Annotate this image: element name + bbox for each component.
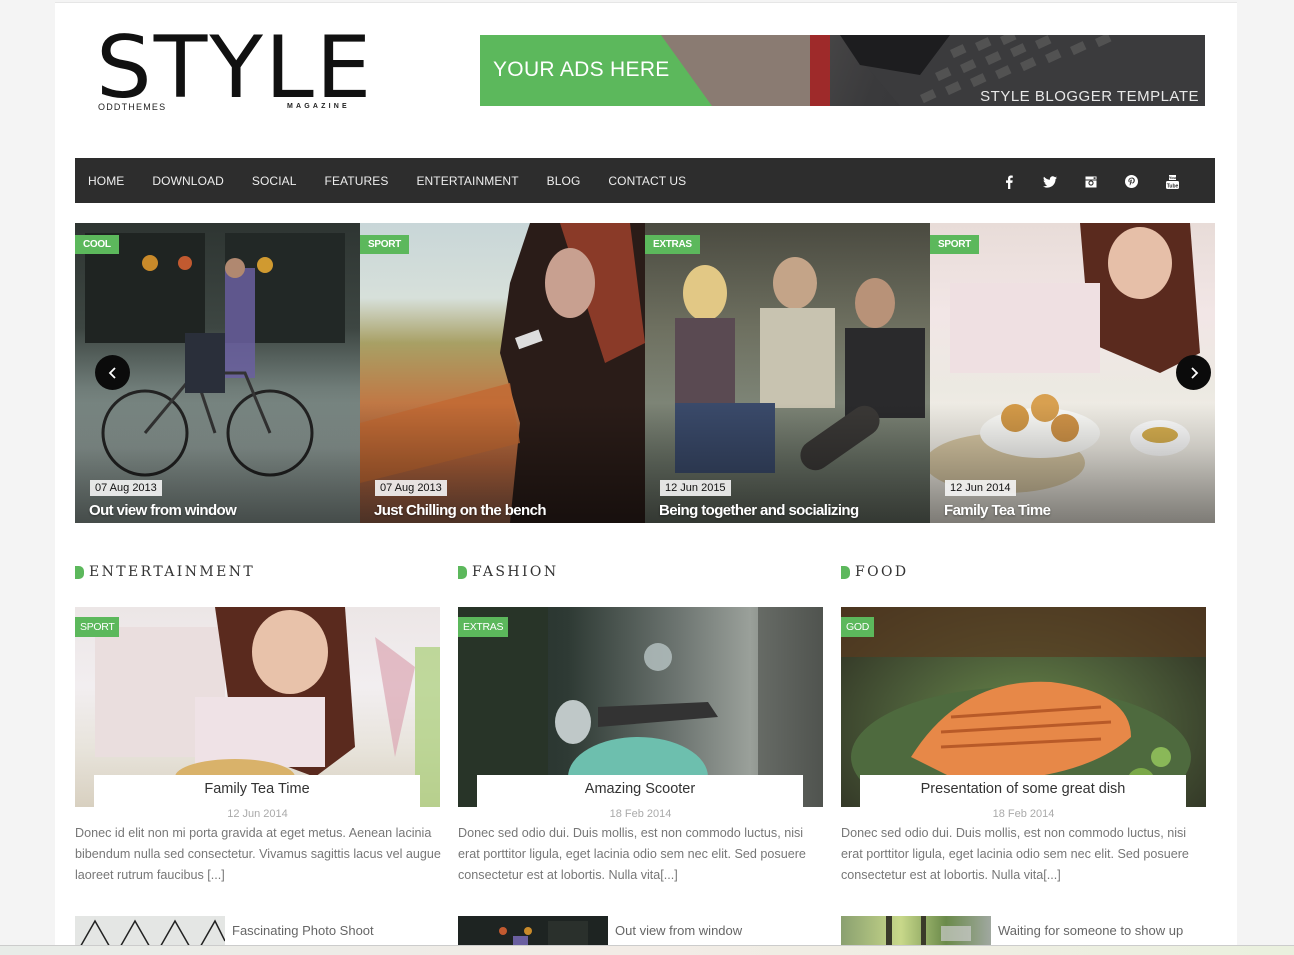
list-item-title[interactable]: Out view from window bbox=[615, 923, 742, 938]
nav-item-download[interactable]: DOWNLOAD bbox=[138, 174, 237, 188]
ad-subtext: STYLE BLOGGER TEMPLATE bbox=[980, 88, 1199, 105]
category-tag[interactable]: SPORT bbox=[930, 235, 979, 254]
slide-title[interactable]: Out view from window bbox=[89, 502, 237, 519]
slide-date: 07 Aug 2013 bbox=[375, 480, 447, 496]
section-header: FASHION bbox=[458, 563, 558, 581]
featured-post-title[interactable]: Presentation of some great dish bbox=[860, 775, 1186, 807]
page-container: STYLE ODDTHEMES MAGAZINE YOUR ADS HERE S… bbox=[55, 2, 1237, 955]
category-tag[interactable]: SPORT bbox=[75, 617, 120, 637]
section-title[interactable]: ENTERTAINMENT bbox=[89, 564, 255, 580]
nav-item-blog[interactable]: BLOG bbox=[533, 174, 595, 188]
category-tag[interactable]: COOL bbox=[75, 235, 119, 254]
social-links: Tube You bbox=[988, 158, 1193, 203]
nav-item-features[interactable]: FEATURES bbox=[311, 174, 403, 188]
category-tag[interactable]: EXTRAS bbox=[458, 617, 509, 637]
section-marker-icon bbox=[458, 565, 467, 579]
section-title[interactable]: FOOD bbox=[855, 564, 909, 580]
logo-tagline: MAGAZINE bbox=[287, 103, 350, 110]
category-tag[interactable]: GOD bbox=[841, 617, 875, 637]
chevron-right-icon bbox=[1190, 366, 1198, 379]
slide-date: 07 Aug 2013 bbox=[90, 480, 162, 496]
slide[interactable]: SPORT 12 Jun 2014 Family Tea Time bbox=[930, 223, 1215, 523]
section-title[interactable]: FASHION bbox=[472, 564, 558, 580]
ad-banner[interactable]: YOUR ADS HERE STYLE BLOGGER TEMPLATE bbox=[480, 35, 1205, 106]
section-marker-icon bbox=[75, 565, 84, 579]
section-header: ENTERTAINMENT bbox=[75, 563, 255, 581]
featured-post-title[interactable]: Family Tea Time bbox=[94, 775, 420, 807]
slider-next-button[interactable] bbox=[1176, 355, 1211, 390]
featured-post-date: 18 Feb 2014 bbox=[992, 808, 1055, 820]
footer-strip bbox=[0, 945, 1294, 955]
slide[interactable]: SPORT 07 Aug 2013 Just Chilling on the b… bbox=[360, 223, 645, 523]
instagram-icon[interactable] bbox=[1070, 173, 1111, 189]
category-tag[interactable]: EXTRAS bbox=[645, 235, 700, 254]
featured-post-title[interactable]: Amazing Scooter bbox=[477, 775, 803, 807]
chevron-left-icon bbox=[108, 366, 116, 379]
site-logo[interactable]: STYLE ODDTHEMES MAGAZINE bbox=[96, 25, 371, 116]
nav-item-entertainment[interactable]: ENTERTAINMENT bbox=[402, 174, 532, 188]
slide-date: 12 Jun 2014 bbox=[945, 480, 1016, 496]
featured-post-date: 12 Jun 2014 bbox=[227, 808, 288, 820]
ad-headline: YOUR ADS HERE bbox=[493, 58, 670, 81]
slide-title[interactable]: Being together and socializing bbox=[659, 502, 859, 519]
logo-wordmark: STYLE bbox=[96, 18, 374, 118]
slide-title[interactable]: Family Tea Time bbox=[944, 502, 1051, 519]
slide[interactable]: EXTRAS 12 Jun 2015 Being together and so… bbox=[645, 223, 930, 523]
slide-date: 12 Jun 2015 bbox=[660, 480, 731, 496]
section-marker-icon bbox=[841, 565, 850, 579]
section-header: FOOD bbox=[841, 563, 909, 581]
featured-post-excerpt: Donec id elit non mi porta gravida at eg… bbox=[75, 826, 441, 882]
nav-item-home[interactable]: HOME bbox=[75, 174, 138, 188]
nav-item-contact-us[interactable]: CONTACT US bbox=[594, 174, 700, 188]
youtube-icon[interactable]: Tube You bbox=[1152, 172, 1193, 189]
nav-item-social[interactable]: SOCIAL bbox=[238, 174, 311, 188]
svg-text:You: You bbox=[1169, 175, 1177, 180]
list-item-title[interactable]: Fascinating Photo Shoot bbox=[232, 923, 374, 938]
featured-post-excerpt: Donec sed odio dui. Duis mollis, est non… bbox=[841, 826, 1189, 882]
svg-text:Tube: Tube bbox=[1167, 183, 1179, 189]
featured-slider: COOL 07 Aug 2013 Out view from window SP… bbox=[75, 223, 1215, 523]
list-item-title[interactable]: Waiting for someone to show up bbox=[998, 923, 1183, 938]
main-nav: HOME DOWNLOAD SOCIAL FEATURES ENTERTAINM… bbox=[75, 158, 1215, 203]
facebook-icon[interactable] bbox=[988, 172, 1029, 189]
slide-title[interactable]: Just Chilling on the bench bbox=[374, 502, 547, 519]
category-tag[interactable]: SPORT bbox=[360, 235, 409, 254]
pinterest-icon[interactable] bbox=[1111, 173, 1152, 189]
slider-prev-button[interactable] bbox=[95, 355, 130, 390]
featured-post-excerpt: Donec sed odio dui. Duis mollis, est non… bbox=[458, 826, 806, 882]
logo-brand: ODDTHEMES bbox=[98, 102, 167, 112]
twitter-icon[interactable] bbox=[1029, 173, 1070, 189]
featured-post-date: 18 Feb 2014 bbox=[609, 808, 672, 820]
